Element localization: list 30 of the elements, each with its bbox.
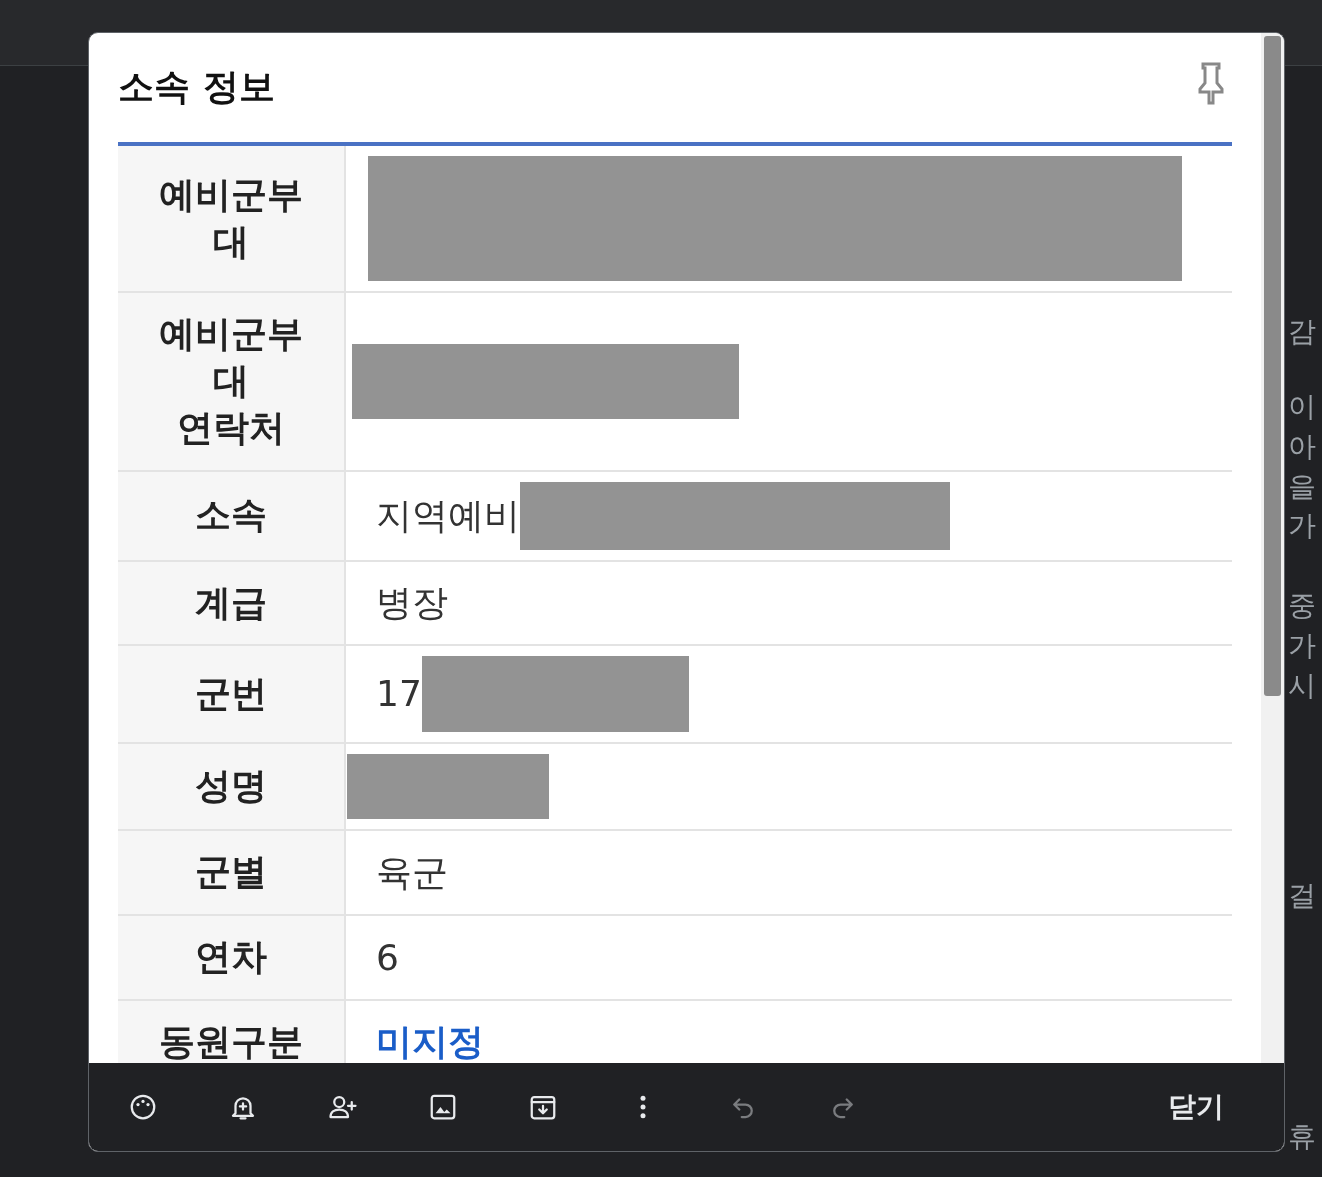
row-value: 육군: [376, 850, 448, 895]
background-text: 가: [1288, 632, 1316, 660]
background-text: 가: [1288, 512, 1316, 540]
palette-icon[interactable]: [128, 1092, 158, 1122]
row-label: 성명: [195, 764, 267, 809]
background-text: 중: [1288, 592, 1316, 620]
dialog-title: 소속 정보: [118, 65, 275, 109]
row-label: 예비군부대: [158, 172, 304, 264]
scrollbar-thumb[interactable]: [1264, 36, 1281, 696]
row-label: 계급: [195, 580, 267, 625]
image-icon[interactable]: [428, 1092, 458, 1122]
row-label: 동원구분: [159, 1019, 303, 1063]
background-text: 감: [1288, 318, 1316, 346]
row-label: 군별: [195, 850, 267, 895]
row-label: 예비군부대 연락처: [158, 312, 304, 450]
row-value: 6: [376, 935, 399, 980]
background-text: 시: [1288, 672, 1316, 700]
value-link[interactable]: 미지정: [376, 1015, 484, 1063]
row-label: 소속: [195, 493, 267, 538]
background-text: 걸: [1288, 882, 1316, 910]
row-value: 병장: [376, 580, 448, 625]
row-label: 군번: [195, 671, 267, 716]
background-text: 휴: [1288, 1123, 1316, 1151]
background-text: 이: [1288, 393, 1316, 421]
background-text: 을: [1288, 473, 1316, 501]
row-value: 17: [376, 672, 422, 717]
row-label: 연차: [195, 935, 267, 980]
row-value: 지역예비: [376, 493, 520, 538]
background-text: 아: [1288, 433, 1316, 461]
close-button[interactable]: 닫기: [1128, 1080, 1264, 1134]
